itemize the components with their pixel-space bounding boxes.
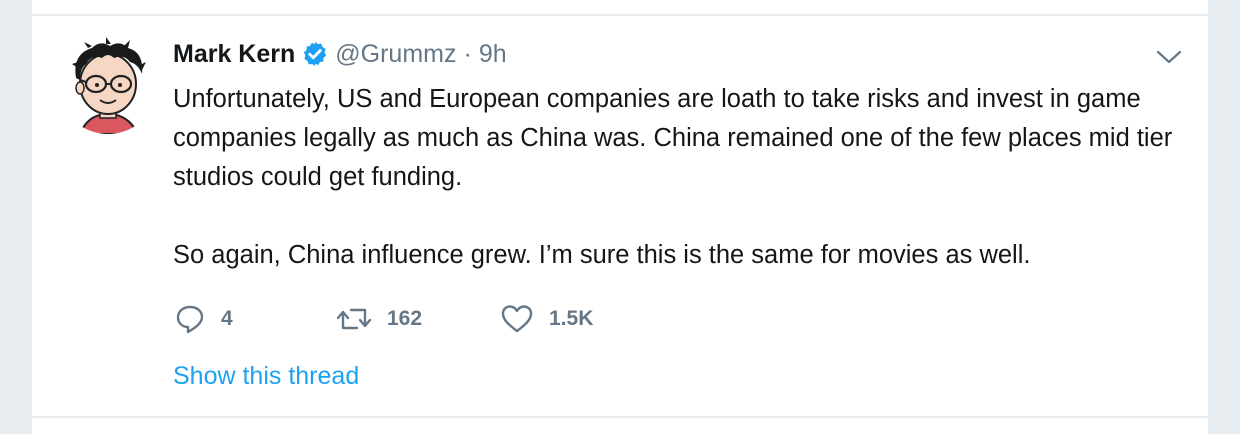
reply-count: 4 [221, 307, 233, 330]
verified-badge-icon [301, 40, 329, 68]
show-thread-link[interactable]: Show this thread [173, 362, 359, 391]
retweet-button[interactable]: 162 [335, 302, 499, 336]
heart-icon [499, 302, 535, 336]
tweet-timestamp[interactable]: 9h [479, 40, 507, 69]
tweet-paragraph: So again, China influence grew. I’m sure… [173, 241, 1031, 269]
chevron-down-icon[interactable] [1154, 46, 1184, 68]
divider [32, 14, 1208, 16]
tweet-header: Mark Kern @Grummz · 9h [173, 37, 507, 71]
avatar[interactable] [58, 34, 158, 134]
divider [32, 416, 1208, 418]
tweet-paragraph: Unfortunately, US and European companies… [173, 85, 1173, 191]
tweet-card[interactable]: Mark Kern @Grummz · 9h Unfortunately, US… [32, 0, 1208, 434]
tweet-text: Unfortunately, US and European companies… [173, 80, 1173, 275]
reply-button[interactable]: 4 [173, 302, 335, 336]
retweet-count: 162 [387, 307, 423, 330]
tweet-actions: 4 162 1.5K [173, 302, 593, 336]
retweet-icon [335, 302, 373, 336]
reply-icon [173, 302, 207, 336]
like-button[interactable]: 1.5K [499, 302, 593, 336]
avatar-illustration [72, 37, 146, 134]
header-separator: · [463, 39, 472, 68]
like-count: 1.5K [549, 307, 594, 330]
author-name[interactable]: Mark Kern [173, 40, 295, 69]
author-handle[interactable]: @Grummz [335, 40, 456, 69]
